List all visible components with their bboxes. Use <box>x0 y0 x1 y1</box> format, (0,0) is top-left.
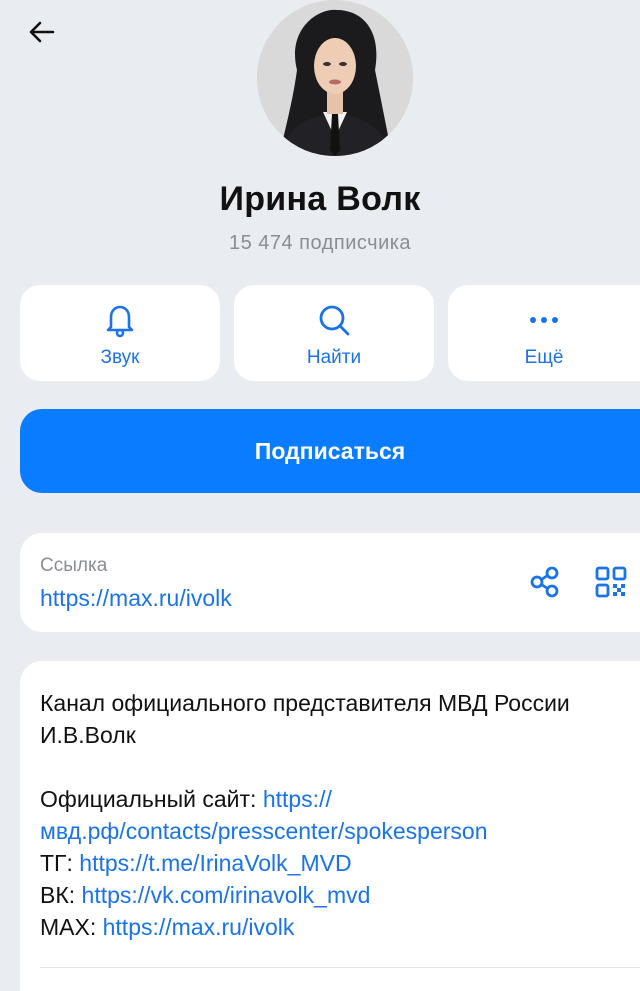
max-link[interactable]: https://max.ru/ivolk <box>103 914 295 940</box>
vk-label: ВК: <box>40 882 82 908</box>
max-line: MAX: https://max.ru/ivolk <box>40 911 620 943</box>
search-icon <box>316 301 352 339</box>
link-caption: Ссылка <box>40 555 108 576</box>
bell-icon <box>103 301 137 339</box>
tg-line: ТГ: https://t.me/IrinaVolk_MVD <box>40 847 620 879</box>
back-button[interactable] <box>22 12 62 52</box>
link-card: Ссылка https://max.ru/ivolk <box>20 533 640 632</box>
more-dots-icon <box>529 301 559 339</box>
channel-name: Ирина Волк <box>219 180 421 218</box>
vk-link[interactable]: https://vk.com/irinavolk_mvd <box>82 882 371 908</box>
subscriber-count: 15 474 подписчика <box>228 232 412 254</box>
more-label: Ещё <box>524 347 564 368</box>
avatar[interactable] <box>257 0 413 156</box>
tg-label: ТГ: <box>40 850 80 876</box>
about-text: Канал официального представителя МВД Рос… <box>40 687 620 943</box>
site-label: Официальный сайт: <box>40 786 263 812</box>
sound-button[interactable]: Звук <box>20 285 220 381</box>
site-line: Официальный сайт: https://мвд.рф/contact… <box>40 783 620 847</box>
channel-description: Канал официального представителя МВД Рос… <box>40 690 570 748</box>
vk-line: ВК: https://vk.com/irinavolk_mvd <box>40 879 620 911</box>
about-card: Канал официального представителя МВД Рос… <box>20 661 640 991</box>
max-label: MAX: <box>40 914 103 940</box>
subscribe-button[interactable]: Подписаться <box>20 409 640 493</box>
qr-code-icon[interactable] <box>594 565 628 599</box>
share-icon[interactable] <box>528 565 562 599</box>
search-label: Найти <box>306 347 362 368</box>
search-button[interactable]: Найти <box>234 285 434 381</box>
profile-photo <box>257 0 413 156</box>
channel-link[interactable]: https://max.ru/ivolk <box>40 585 232 612</box>
divider <box>40 967 640 968</box>
tg-link[interactable]: https://t.me/IrinaVolk_MVD <box>79 850 351 876</box>
more-button[interactable]: Ещё <box>448 285 640 381</box>
arrow-left-icon <box>29 21 55 43</box>
sound-label: Звук <box>100 347 140 368</box>
